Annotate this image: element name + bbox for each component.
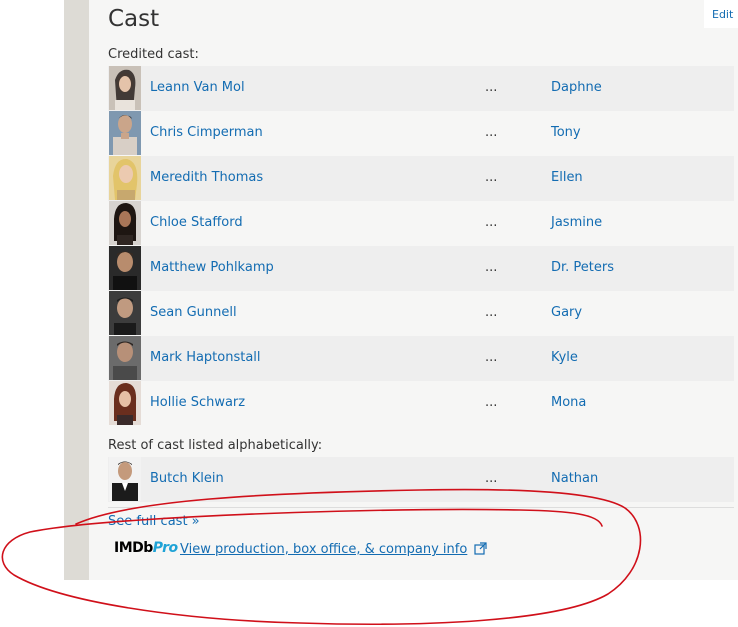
role-separator: ... xyxy=(485,350,498,365)
edit-link[interactable]: Edit xyxy=(704,0,738,28)
cast-row: Matthew Pohlkamp ... Dr. Peters xyxy=(108,246,734,291)
role-separator: ... xyxy=(485,80,498,95)
role-separator: ... xyxy=(485,125,498,140)
character-name-link[interactable]: Gary xyxy=(551,305,582,320)
actor-name-link[interactable]: Sean Gunnell xyxy=(150,305,237,320)
cast-row: Chloe Stafford ... Jasmine xyxy=(108,201,734,246)
actor-name-link[interactable]: Meredith Thomas xyxy=(150,170,263,185)
character-name-link[interactable]: Dr. Peters xyxy=(551,260,614,275)
headshot-photo[interactable] xyxy=(109,381,141,425)
rest-cast-label: Rest of cast listed alphabetically: xyxy=(108,438,323,453)
actor-name-link[interactable]: Leann Van Mol xyxy=(150,80,245,95)
headshot-photo[interactable] xyxy=(109,156,141,200)
headshot-photo[interactable] xyxy=(109,246,141,290)
role-separator: ... xyxy=(485,395,498,410)
headshot-photo[interactable] xyxy=(109,66,141,110)
character-name-link[interactable]: Mona xyxy=(551,395,586,410)
edit-label[interactable]: Edit xyxy=(712,8,733,21)
cast-row: Butch Klein ... Nathan xyxy=(108,457,734,502)
cast-row: Leann Van Mol ... Daphne xyxy=(108,66,734,111)
see-full-cast-link[interactable]: See full cast » xyxy=(108,514,200,529)
character-name-link[interactable]: Jasmine xyxy=(551,215,602,230)
actor-name-link[interactable]: Hollie Schwarz xyxy=(150,395,245,410)
actor-name-link[interactable]: Chloe Stafford xyxy=(150,215,243,230)
headshot-photo[interactable] xyxy=(109,111,141,155)
headshot-photo[interactable] xyxy=(109,336,141,380)
cast-row: Chris Cimperman ... Tony xyxy=(108,111,734,156)
actor-name-link[interactable]: Chris Cimperman xyxy=(150,125,263,140)
headshot-photo[interactable] xyxy=(109,457,141,501)
character-name-link[interactable]: Tony xyxy=(551,125,581,140)
actor-name-link[interactable]: Mark Haptonstall xyxy=(150,350,261,365)
imdbpro-logo-imdb: IMDb xyxy=(114,540,153,556)
cast-row: Sean Gunnell ... Gary xyxy=(108,291,734,336)
credited-cast-label: Credited cast: xyxy=(108,47,199,62)
character-name-link[interactable]: Ellen xyxy=(551,170,583,185)
section-divider xyxy=(108,507,734,508)
role-separator: ... xyxy=(485,260,498,275)
actor-name-link[interactable]: Butch Klein xyxy=(150,471,224,486)
imdbpro-info-link[interactable]: View production, box office, & company i… xyxy=(180,542,467,557)
left-sidebar-strip xyxy=(64,0,89,580)
cast-row: Meredith Thomas ... Ellen xyxy=(108,156,734,201)
imdbpro-logo[interactable]: IMDbPro xyxy=(114,540,178,556)
actor-name-link[interactable]: Matthew Pohlkamp xyxy=(150,260,274,275)
role-separator: ... xyxy=(485,215,498,230)
role-separator: ... xyxy=(485,471,498,486)
character-name-link[interactable]: Daphne xyxy=(551,80,602,95)
imdbpro-logo-pro: Pro xyxy=(152,540,178,556)
headshot-photo[interactable] xyxy=(109,291,141,335)
cast-row: Hollie Schwarz ... Mona xyxy=(108,381,734,426)
role-separator: ... xyxy=(485,305,498,320)
external-link-icon[interactable] xyxy=(474,542,487,555)
character-name-link[interactable]: Kyle xyxy=(551,350,578,365)
character-name-link[interactable]: Nathan xyxy=(551,471,598,486)
role-separator: ... xyxy=(485,170,498,185)
cast-row: Mark Haptonstall ... Kyle xyxy=(108,336,734,381)
headshot-photo[interactable] xyxy=(109,201,141,245)
page-title: Cast xyxy=(108,6,160,32)
